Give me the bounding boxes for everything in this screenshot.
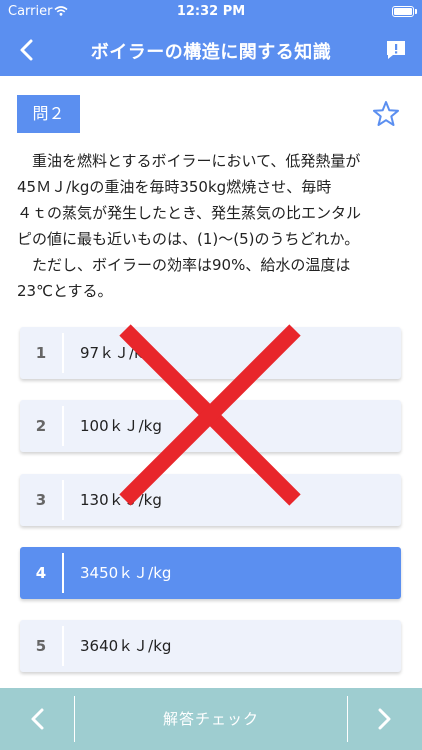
choice-2[interactable]: 2 100ｋＪ/kg bbox=[20, 400, 401, 452]
choice-3[interactable]: 3 130ｋＪ/kg bbox=[20, 474, 401, 526]
choice-divider bbox=[62, 480, 64, 520]
choice-4[interactable]: 4 3450ｋＪ/kg bbox=[20, 547, 401, 599]
clock: 12:32 PM bbox=[176, 4, 246, 19]
question-text: 重油を燃料とするボイラーにおいて、低発熱量が 45ＭＪ/kgの重油を毎時350k… bbox=[17, 148, 409, 304]
choice-number: 5 bbox=[35, 637, 47, 655]
question-line: ４ｔの蒸気が発生したとき、発生蒸気の比エンタル bbox=[17, 204, 361, 222]
battery-tip bbox=[415, 9, 417, 14]
choice-text: 3450ｋＪ/kg bbox=[80, 564, 172, 582]
bottom-toolbar: 解答チェック bbox=[0, 688, 422, 750]
prev-question-chevron-icon[interactable] bbox=[0, 688, 74, 750]
toolbar-divider bbox=[74, 696, 75, 742]
report-icon[interactable] bbox=[384, 38, 408, 62]
choice-number: 4 bbox=[35, 564, 47, 582]
question-line: ピの値に最も近いものは、(1)〜(5)のうちどれか。 bbox=[17, 230, 360, 248]
choice-text: 130ｋＪ/kg bbox=[80, 491, 162, 509]
choice-1[interactable]: 1 97ｋＪ/kg bbox=[20, 327, 401, 379]
back-chevron-icon[interactable] bbox=[14, 36, 42, 64]
choice-divider bbox=[62, 626, 64, 666]
choice-5[interactable]: 5 3640ｋＪ/kg bbox=[20, 620, 401, 672]
question-number-badge: 問２ bbox=[17, 95, 80, 133]
choice-text: 100ｋＪ/kg bbox=[80, 417, 162, 435]
question-line: ただし、ボイラーの効率は90%、給水の温度は bbox=[17, 256, 351, 274]
next-question-chevron-icon[interactable] bbox=[348, 688, 422, 750]
choice-number: 1 bbox=[35, 344, 47, 362]
choice-number: 3 bbox=[35, 491, 47, 509]
choice-text: 97ｋＪ/kg bbox=[80, 344, 153, 362]
answer-check-button[interactable]: 解答チェック bbox=[76, 688, 346, 750]
page-title: ボイラーの構造に関する知識 bbox=[90, 42, 332, 63]
question-line: 45ＭＪ/kgの重油を毎時350kg燃焼させ、毎時 bbox=[17, 178, 332, 196]
status-bar: Carrier 12:32 PM bbox=[0, 0, 422, 24]
choice-divider bbox=[62, 406, 64, 446]
nav-bar: ボイラーの構造に関する知識 bbox=[0, 24, 422, 76]
question-line: 23℃とする。 bbox=[17, 282, 113, 300]
bookmark-star-icon[interactable] bbox=[372, 100, 400, 128]
battery-icon bbox=[392, 6, 414, 17]
choice-divider bbox=[62, 553, 64, 593]
question-line: 重油を燃料とするボイラーにおいて、低発熱量が bbox=[17, 152, 361, 170]
choice-divider bbox=[62, 333, 64, 373]
choice-text: 3640ｋＪ/kg bbox=[80, 637, 172, 655]
choice-number: 2 bbox=[35, 417, 47, 435]
